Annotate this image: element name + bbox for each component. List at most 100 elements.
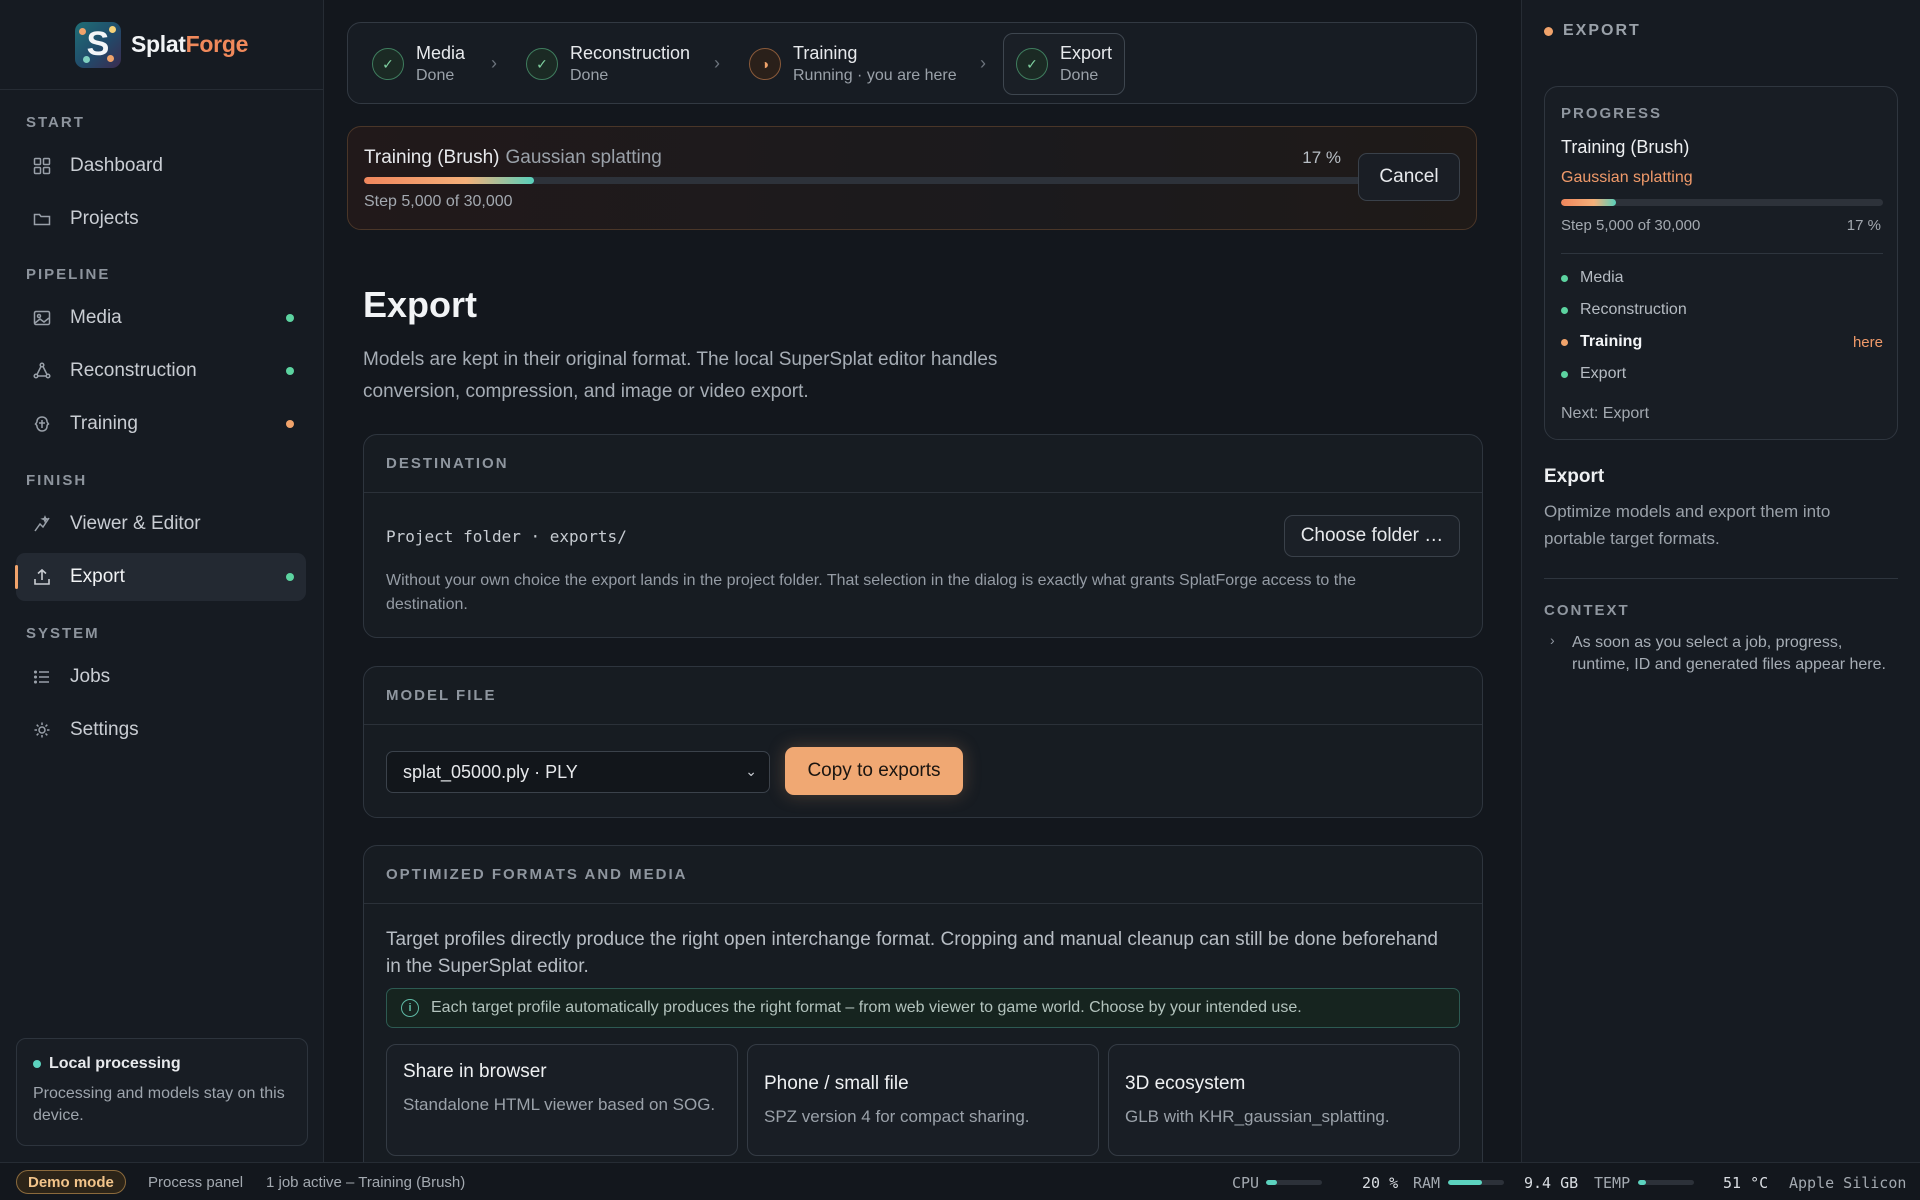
cpu-value: 20 % xyxy=(1362,1174,1399,1192)
sidebar-item-export[interactable]: Export xyxy=(15,553,306,601)
temp-value: 51 °C xyxy=(1723,1174,1769,1192)
context-text: As soon as you select a job, progress, r… xyxy=(1572,634,1886,673)
chevron-right-icon: › xyxy=(491,53,497,73)
step-status: Done xyxy=(1060,67,1099,84)
section-system: SYSTEM xyxy=(26,625,100,642)
cpu-label: CPU xyxy=(1232,1174,1260,1192)
step-title: Training xyxy=(793,43,858,63)
sidebar-item-label: Export xyxy=(70,566,125,587)
pipeline-item-media: Media xyxy=(1561,269,1883,287)
ram-meter xyxy=(1448,1180,1504,1185)
progress-title: Training (Brush) xyxy=(1561,137,1690,157)
profile-desc: SPZ version 4 for compact sharing. xyxy=(764,1107,1030,1126)
step-reconstruction[interactable]: ✓ Reconstruction Done xyxy=(514,33,702,95)
profile-desc: Standalone HTML viewer based on SOG. xyxy=(403,1095,716,1114)
local-processing-card: Local processing Processing and models s… xyxy=(16,1038,308,1146)
progress-label: PROGRESS xyxy=(1561,105,1663,122)
choose-folder-button[interactable]: Choose folder … xyxy=(1284,515,1460,557)
sidebar-item-viewer-editor[interactable]: Viewer & Editor xyxy=(16,500,306,548)
training-percent: 17 % xyxy=(1302,148,1341,167)
demo-mode-badge[interactable]: Demo mode xyxy=(16,1170,126,1194)
pipeline-item-reconstruction: Reconstruction xyxy=(1561,301,1883,319)
destination-note: Without your own choice the export lands… xyxy=(386,572,1357,613)
next-step: Next: Export xyxy=(1561,405,1650,422)
model-file-select[interactable]: splat_05000.ply · PLY ⌄ xyxy=(386,751,770,793)
optimized-intro: Target profiles directly produce the rig… xyxy=(386,929,1438,977)
section-title: Export xyxy=(1544,466,1605,487)
local-desc: Processing and models stay on this devic… xyxy=(33,1085,285,1124)
pipeline-stepper: ✓ Media Done › ✓ Reconstruction Done › ◑ T… xyxy=(347,22,1477,104)
temp-label: TEMP xyxy=(1594,1174,1631,1192)
step-media[interactable]: ✓ Media Done xyxy=(360,33,477,95)
sidebar-item-label: Reconstruction xyxy=(70,360,197,381)
temp-meter xyxy=(1638,1180,1694,1185)
sidebar-item-label: Dashboard xyxy=(70,155,163,176)
profile-3d-ecosystem[interactable]: 3D ecosystem GLB with KHR_gaussian_splat… xyxy=(1108,1044,1460,1156)
main-content: ✓ Media Done › ✓ Reconstruction Done › ◑ T… xyxy=(325,0,1521,1162)
profile-title: Phone / small file xyxy=(764,1073,909,1094)
process-panel-link[interactable]: Process panel xyxy=(148,1174,243,1191)
check-icon: ✓ xyxy=(1016,48,1048,80)
step-title: Export xyxy=(1060,43,1113,63)
card-header: DESTINATION xyxy=(364,435,1482,493)
active-jobs[interactable]: 1 job active – Training (Brush) xyxy=(266,1174,465,1191)
step-status: Done xyxy=(570,67,609,84)
select-value: splat_05000.ply · PLY xyxy=(403,761,578,782)
step-status: Done xyxy=(416,67,455,84)
profile-share-in-browser[interactable]: Share in browser Standalone HTML viewer … xyxy=(386,1044,738,1156)
destination-path: Project folder · exports/ xyxy=(386,527,627,546)
sidebar-item-dashboard[interactable]: Dashboard xyxy=(16,142,306,190)
sidebar-item-jobs[interactable]: Jobs xyxy=(16,653,306,701)
image-icon xyxy=(32,308,52,328)
sparkle-icon xyxy=(32,514,52,534)
step-export[interactable]: ✓ Export Done xyxy=(1003,33,1126,95)
right-panel-header: EXPORT xyxy=(1544,22,1641,40)
progress-subtitle: Gaussian splatting xyxy=(1561,169,1693,186)
status-dot xyxy=(33,1060,41,1068)
training-progress-bar xyxy=(364,177,1364,184)
sidebar: S SplatForge START Dashboard Projects PI… xyxy=(0,0,324,1162)
here-tag: here xyxy=(1852,333,1883,351)
status-dot-running xyxy=(286,420,294,428)
step-training[interactable]: ◑ Training Running · you are here xyxy=(737,33,969,95)
sidebar-item-label: Media xyxy=(70,307,122,328)
page-title: Export xyxy=(363,284,478,325)
active-indicator xyxy=(15,565,18,589)
logo-letter: S xyxy=(86,25,110,63)
profile-phone-small-file[interactable]: Phone / small file SPZ version 4 for com… xyxy=(747,1044,1099,1156)
sidebar-item-projects[interactable]: Projects xyxy=(16,195,306,243)
half-circle-icon: ◑ xyxy=(749,48,781,80)
progress-bar xyxy=(1561,199,1883,206)
sidebar-item-settings[interactable]: Settings xyxy=(16,706,306,754)
status-dot-done xyxy=(286,314,294,322)
training-title: Training (Brush) Gaussian splatting xyxy=(364,147,662,168)
section-desc: Optimize models and export them into por… xyxy=(1544,502,1831,548)
section-pipeline: PIPELINE xyxy=(26,266,111,283)
progress-percent: 17 % xyxy=(1846,217,1881,234)
step-title: Reconstruction xyxy=(570,43,691,63)
profile-title: Share in browser xyxy=(403,1061,547,1082)
ram-label: RAM xyxy=(1413,1174,1441,1192)
brain-icon xyxy=(32,414,52,434)
section-finish: FINISH xyxy=(26,472,88,489)
cancel-button[interactable]: Cancel xyxy=(1358,153,1460,201)
chevron-right-icon[interactable]: › xyxy=(1550,632,1555,648)
brand[interactable]: S SplatForge xyxy=(0,0,323,90)
destination-card: DESTINATION Project folder · exports/ Ch… xyxy=(363,434,1483,638)
check-icon: ✓ xyxy=(526,48,558,80)
right-panel: EXPORT PROGRESS Training (Brush) Gaussia… xyxy=(1521,0,1920,1162)
sidebar-item-media[interactable]: Media xyxy=(16,294,306,342)
sidebar-item-training[interactable]: Training xyxy=(16,400,306,448)
pipeline-item-training: Training here xyxy=(1561,333,1883,351)
sidebar-item-label: Jobs xyxy=(70,666,111,687)
training-progress-banner: Training (Brush) Gaussian splatting 17 % … xyxy=(347,126,1477,230)
chevron-down-icon: ⌄ xyxy=(745,763,757,779)
sidebar-item-reconstruction[interactable]: Reconstruction xyxy=(16,347,306,395)
list-icon xyxy=(32,667,52,687)
copy-to-exports-button[interactable]: Copy to exports xyxy=(785,747,963,795)
info-text: Each target profile automatically produc… xyxy=(431,999,1302,1016)
upload-icon xyxy=(32,567,52,587)
step-title: Media xyxy=(416,43,466,63)
folder-icon xyxy=(32,209,52,229)
grid-icon xyxy=(32,156,52,176)
